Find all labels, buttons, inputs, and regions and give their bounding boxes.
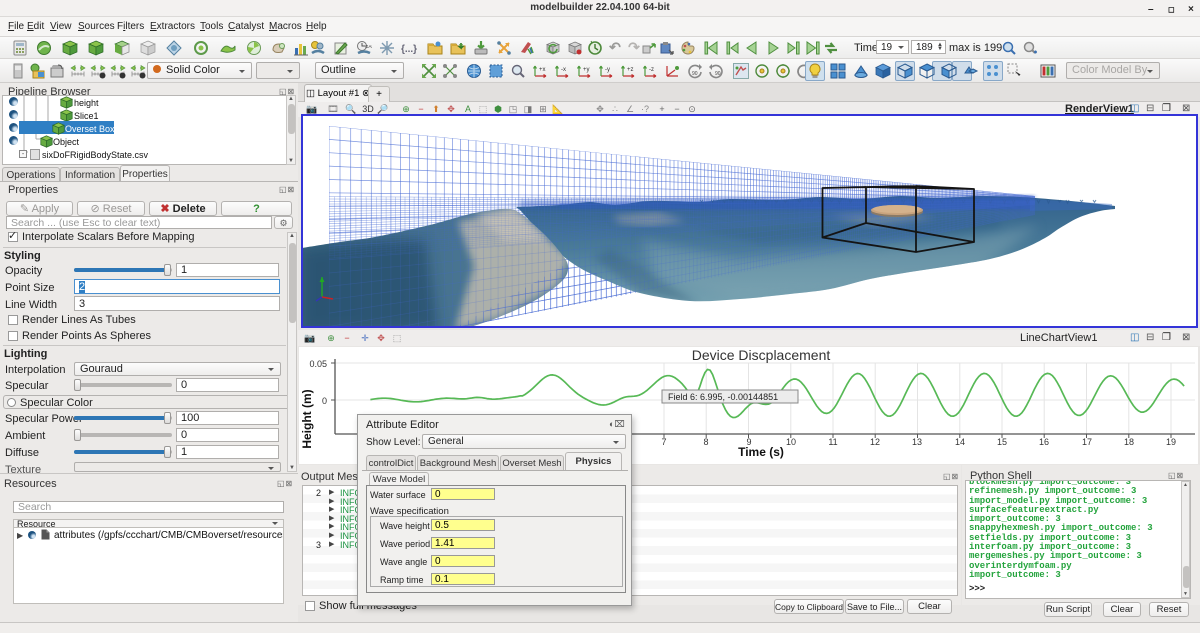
svg-text:+y: +y bbox=[583, 67, 590, 73]
svg-text:7: 7 bbox=[661, 437, 666, 447]
svg-text:Time (s): Time (s) bbox=[738, 445, 784, 459]
svg-text:16: 16 bbox=[1039, 437, 1049, 447]
svg-text:13: 13 bbox=[912, 437, 922, 447]
svg-text:-x: -x bbox=[561, 67, 566, 73]
svg-text:19: 19 bbox=[1166, 437, 1176, 447]
svg-text:Height (m): Height (m) bbox=[300, 389, 314, 448]
svg-text:14: 14 bbox=[955, 437, 965, 447]
svg-text:11: 11 bbox=[828, 437, 837, 447]
svg-text:+x: +x bbox=[539, 67, 546, 73]
svg-text:10: 10 bbox=[786, 437, 796, 447]
svg-text:18: 18 bbox=[1124, 437, 1134, 447]
svg-text:Field 6: 6.995, -0.00144851: Field 6: 6.995, -0.00144851 bbox=[668, 392, 778, 402]
svg-text:15: 15 bbox=[997, 437, 1007, 447]
svg-text:90: 90 bbox=[692, 71, 698, 77]
svg-text:12: 12 bbox=[870, 437, 880, 447]
svg-text:0.05: 0.05 bbox=[309, 359, 327, 369]
svg-text:-z: -z bbox=[649, 67, 654, 73]
svg-text:17: 17 bbox=[1082, 437, 1092, 447]
svg-text:GAL: GAL bbox=[365, 44, 372, 49]
svg-text:Device Discplacement: Device Discplacement bbox=[692, 347, 831, 363]
svg-text:0: 0 bbox=[322, 396, 327, 406]
svg-text:90: 90 bbox=[715, 71, 721, 77]
svg-text:+z: +z bbox=[627, 67, 634, 73]
svg-text:-y: -y bbox=[605, 67, 610, 73]
svg-text:8: 8 bbox=[703, 437, 708, 447]
